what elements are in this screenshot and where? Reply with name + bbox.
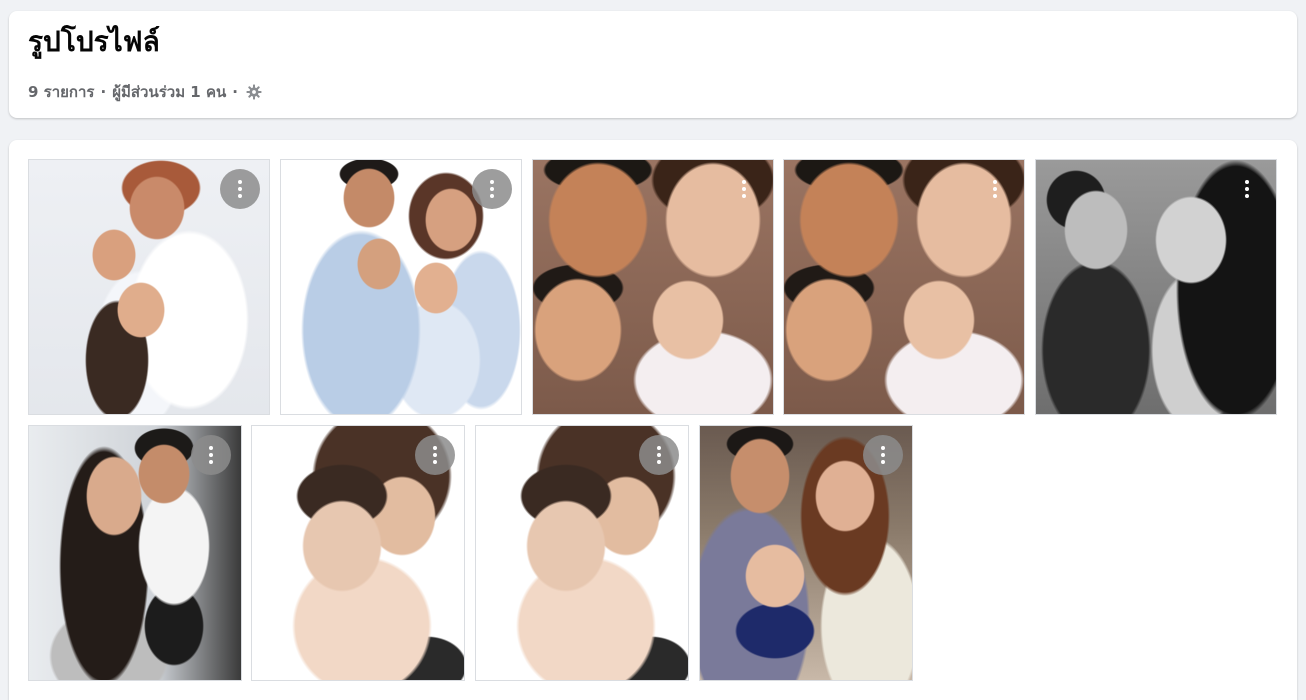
album-title: รูปโปรไฟล์ xyxy=(28,25,160,58)
photo-options-button[interactable] xyxy=(472,169,512,209)
photo-options-button[interactable] xyxy=(975,169,1015,209)
photo-options-button[interactable] xyxy=(1227,169,1267,209)
photo-tile[interactable] xyxy=(280,159,522,415)
photo-tile[interactable] xyxy=(28,425,242,681)
more-vertical-icon xyxy=(490,180,494,198)
photo-tile[interactable] xyxy=(699,425,913,681)
more-vertical-icon xyxy=(433,446,437,464)
contributors-link[interactable]: ผู้มีส่วนร่วม 1 คน xyxy=(112,82,226,102)
photo-grid-card xyxy=(9,140,1297,700)
more-vertical-icon xyxy=(657,446,661,464)
photo-tile[interactable] xyxy=(28,159,270,415)
photo-options-button[interactable] xyxy=(220,169,260,209)
photo-options-button[interactable] xyxy=(191,435,231,475)
photo-tile[interactable] xyxy=(475,425,689,681)
more-vertical-icon xyxy=(742,180,746,198)
gear-icon[interactable] xyxy=(246,84,262,100)
photo-tile[interactable] xyxy=(251,425,465,681)
meta-separator: · xyxy=(232,83,238,101)
photo-options-button[interactable] xyxy=(863,435,903,475)
photo-tile[interactable] xyxy=(783,159,1025,415)
more-vertical-icon xyxy=(881,446,885,464)
photo-options-button[interactable] xyxy=(639,435,679,475)
album-meta: 9 รายการ · ผู้มีส่วนร่วม 1 คน · xyxy=(28,82,262,102)
photo-tile[interactable] xyxy=(1035,159,1277,415)
more-vertical-icon xyxy=(1245,180,1249,198)
more-vertical-icon xyxy=(238,180,242,198)
meta-separator: · xyxy=(100,83,107,101)
album-header-card: รูปโปรไฟล์ 9 รายการ · ผู้มีส่วนร่วม 1 คน… xyxy=(9,11,1297,118)
photo-tile[interactable] xyxy=(532,159,774,415)
photo-options-button[interactable] xyxy=(724,169,764,209)
item-count: 9 รายการ xyxy=(28,83,95,101)
more-vertical-icon xyxy=(993,180,997,198)
more-vertical-icon xyxy=(209,446,213,464)
photo-options-button[interactable] xyxy=(415,435,455,475)
